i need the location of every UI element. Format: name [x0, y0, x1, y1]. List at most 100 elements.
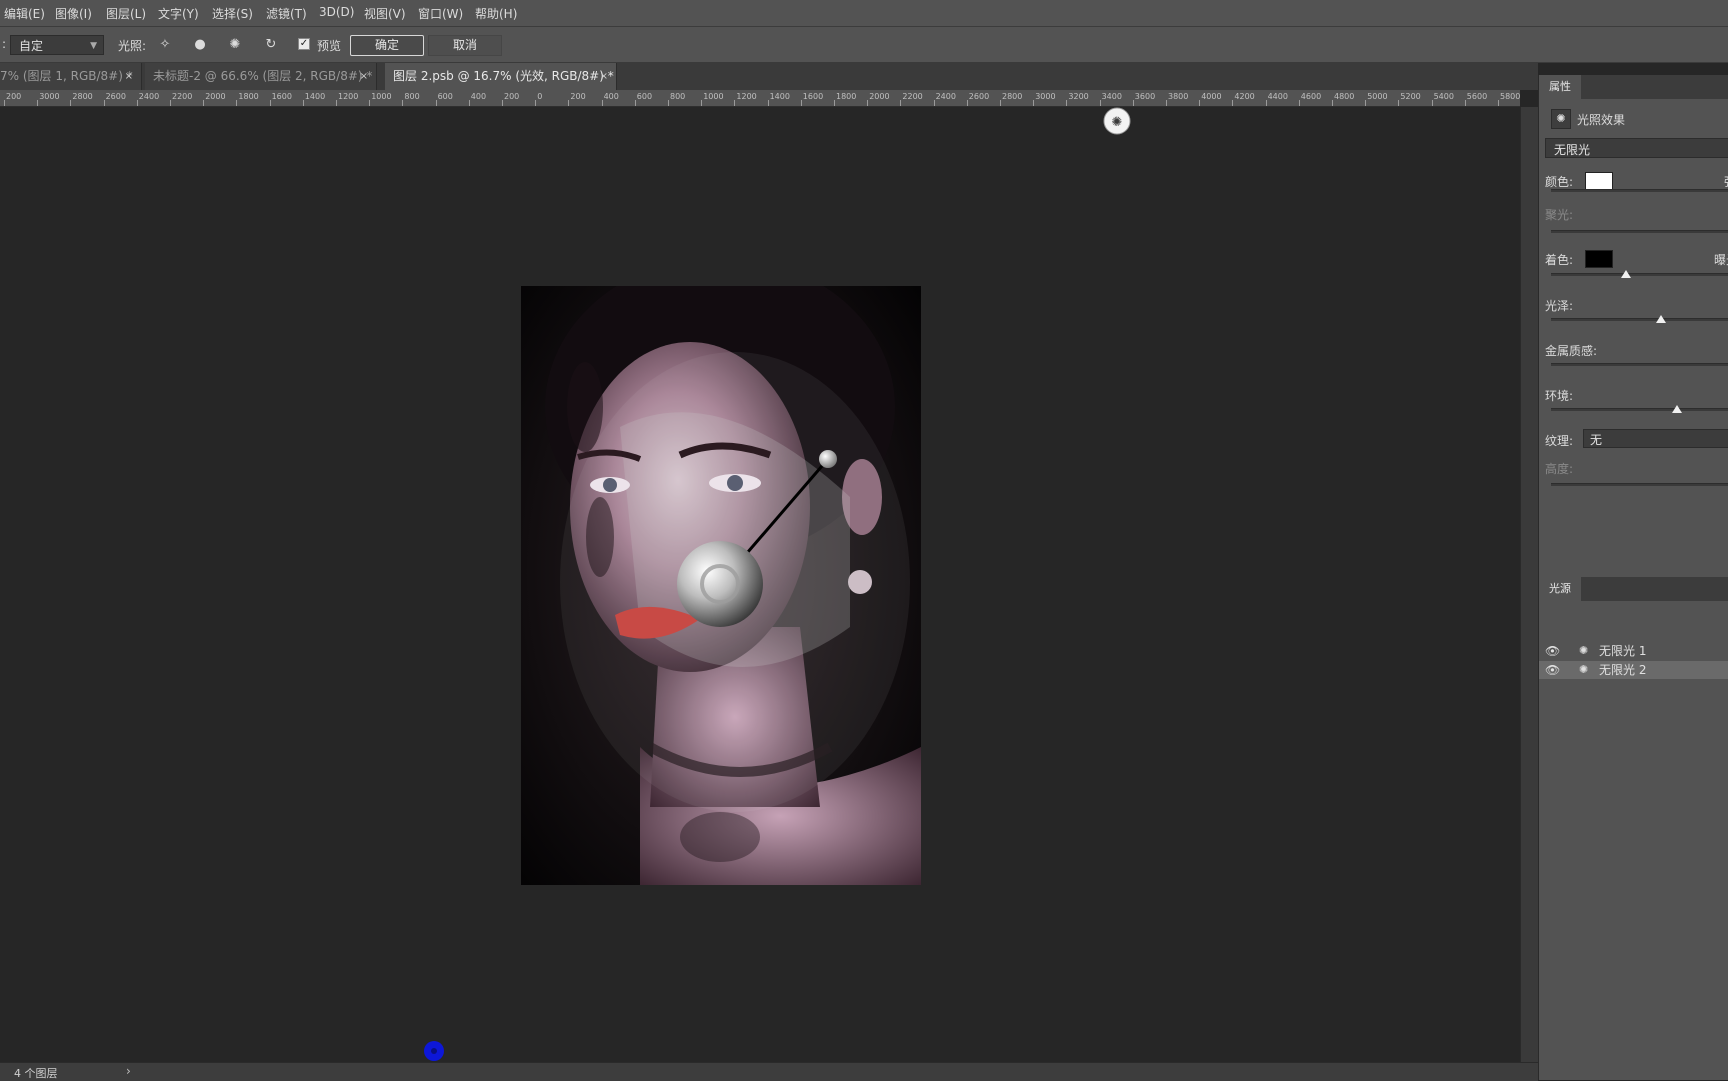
metallic-slider[interactable]: [1551, 363, 1728, 366]
ok-button[interactable]: 确定: [350, 35, 424, 56]
texture-value: 无: [1590, 433, 1603, 447]
ruler-tick-label: 2200: [172, 92, 193, 101]
vertical-scrollbar[interactable]: [1520, 107, 1539, 1062]
ruler-tick-label: 1800: [836, 92, 857, 101]
ruler-tick-label: 4600: [1300, 92, 1322, 101]
ruler-tick-label: 1600: [271, 92, 292, 101]
menu-filter[interactable]: 滤镜(T): [266, 5, 307, 22]
menu-help[interactable]: 帮助(H): [475, 5, 517, 22]
menu-3d[interactable]: 3D(D): [319, 5, 354, 19]
tab-properties[interactable]: 属性: [1539, 75, 1581, 99]
ruler-tick-mark: [701, 100, 703, 106]
ruler-tick-mark: [4, 100, 5, 106]
document-tabs: 7% (图层 1, RGB/8#) * × 未标题-2 @ 66.6% (图层 …: [0, 63, 1538, 90]
menu-image[interactable]: 图像(I): [55, 5, 92, 22]
panel-header-title: 光照效果: [1577, 113, 1626, 127]
ruler-tick-label: 3000: [39, 92, 60, 101]
menu-layer[interactable]: 图层(L): [106, 5, 146, 22]
colorize-slider[interactable]: [1551, 273, 1728, 276]
canvas-area[interactable]: ✺: [0, 107, 1520, 1062]
texture-dropdown[interactable]: 无: [1583, 429, 1728, 448]
gloss-slider[interactable]: [1551, 318, 1728, 321]
eye-icon[interactable]: 👁: [1545, 661, 1560, 679]
light-type-dropdown[interactable]: 无限光: [1545, 138, 1728, 158]
ruler-tick-mark: [1398, 100, 1400, 106]
lighting-effects-icon: ✺: [1551, 109, 1571, 129]
ruler-tick-label: 3600: [1134, 92, 1156, 101]
ruler-tick-mark: [1498, 100, 1499, 106]
gloss-slider-thumb[interactable]: [1656, 315, 1667, 323]
light-direction-handle[interactable]: [819, 450, 837, 468]
preset-dropdown[interactable]: 自定 ▼: [10, 35, 104, 55]
cancel-button[interactable]: 取消: [428, 35, 502, 56]
menu-type[interactable]: 文字(Y): [158, 5, 199, 22]
ruler-tick-mark: [834, 100, 835, 106]
ruler-tick-label: 800: [670, 92, 686, 101]
preset-value: 自定: [19, 39, 44, 53]
ruler-tick-label: 2200: [902, 92, 923, 101]
ruler-tick-label: 5200: [1400, 92, 1421, 101]
ruler-tick-mark: [1332, 100, 1333, 106]
infinite-light-orb[interactable]: [677, 541, 763, 627]
height-slider[interactable]: [1551, 483, 1728, 486]
ruler-tick-label: 5800: [1500, 92, 1520, 101]
ruler-tick-mark: [1066, 100, 1068, 106]
infinite-light-widget[interactable]: ✺: [1103, 107, 1131, 135]
ruler-tick-mark: [867, 100, 869, 106]
menu-window[interactable]: 窗口(W): [418, 5, 463, 22]
hotspot-slider[interactable]: [1551, 230, 1728, 233]
ruler-tick-mark: [37, 100, 39, 106]
infinite-light-icon: ✺: [1579, 663, 1589, 676]
horizontal-ruler[interactable]: 200 3000 2800 2600 2400 2200 2000 1800 1600 1400 1…: [0, 90, 1520, 107]
tab-document-3[interactable]: 图层 2.psb @ 16.7% (光效, RGB/8#) * ×: [385, 63, 617, 90]
light-row-2[interactable]: 👁 ✺ 无限光 2: [1539, 661, 1728, 679]
colorize-slider-thumb[interactable]: [1620, 270, 1631, 278]
ruler-tick-label: 400: [603, 92, 619, 101]
close-icon[interactable]: ×: [125, 63, 133, 90]
ruler-tick-label: 1200: [338, 92, 359, 101]
ruler-tick-mark: [668, 100, 669, 106]
status-bar: 4 个图层 ›: [0, 1062, 1538, 1081]
ruler-tick-label: 0: [537, 92, 543, 101]
tab-document-1[interactable]: 7% (图层 1, RGB/8#) * ×: [0, 63, 142, 90]
ruler-tick-mark: [1365, 100, 1367, 106]
ruler-tick-mark: [435, 100, 437, 106]
ruler-tick-mark: [170, 100, 171, 106]
close-icon[interactable]: ×: [600, 63, 608, 90]
exposure-label: 曝光: [1714, 253, 1728, 267]
menu-view[interactable]: 视图(V): [364, 5, 406, 22]
color-swatch[interactable]: [1585, 172, 1613, 190]
menu-edit[interactable]: 编辑(E): [4, 5, 45, 22]
ruler-tick-label: 4000: [1201, 92, 1222, 101]
tab-lights[interactable]: 光源: [1539, 577, 1581, 601]
add-spot-light-icon[interactable]: ✧: [156, 36, 174, 54]
preview-checkbox[interactable]: ✓: [298, 38, 310, 50]
cursor-indicator: [424, 1041, 444, 1061]
svg-text:✺: ✺: [1112, 115, 1123, 130]
light-row-1[interactable]: 👁 ✺ 无限光 1: [1539, 642, 1728, 660]
colorize-swatch[interactable]: [1585, 250, 1613, 268]
eye-icon[interactable]: 👁: [1545, 642, 1560, 660]
ruler-tick-mark: [734, 100, 736, 106]
ruler-tick-label: 1600: [802, 92, 824, 101]
ruler-tick-label: 1800: [238, 92, 259, 101]
add-point-light-icon[interactable]: ●: [191, 36, 209, 54]
close-icon[interactable]: ×: [360, 63, 368, 90]
texture-label: 纹理:: [1545, 434, 1574, 448]
ruler-tick-mark: [236, 100, 238, 106]
reset-rotate-icon[interactable]: ↻: [262, 36, 280, 54]
tab-document-2[interactable]: 未标题-2 @ 66.6% (图层 2, RGB/8#) * ×: [145, 63, 377, 90]
colorize-label: 着色:: [1545, 253, 1574, 267]
status-arrow-icon[interactable]: ›: [126, 1064, 131, 1078]
menu-select[interactable]: 选择(S): [212, 5, 253, 22]
ambience-slider[interactable]: [1551, 408, 1728, 411]
ruler-tick-mark: [1132, 100, 1134, 106]
add-infinite-light-icon[interactable]: ✺: [226, 36, 244, 54]
ruler-tick-mark: [1298, 100, 1300, 106]
ruler-tick-label: 5400: [1433, 92, 1454, 101]
ruler-tick-label: 1000: [703, 92, 724, 101]
ruler-tick-mark: [601, 100, 603, 106]
intensity-slider[interactable]: [1551, 189, 1728, 192]
ruler-tick-mark: [1000, 100, 1001, 106]
ambience-slider-thumb[interactable]: [1672, 405, 1683, 413]
